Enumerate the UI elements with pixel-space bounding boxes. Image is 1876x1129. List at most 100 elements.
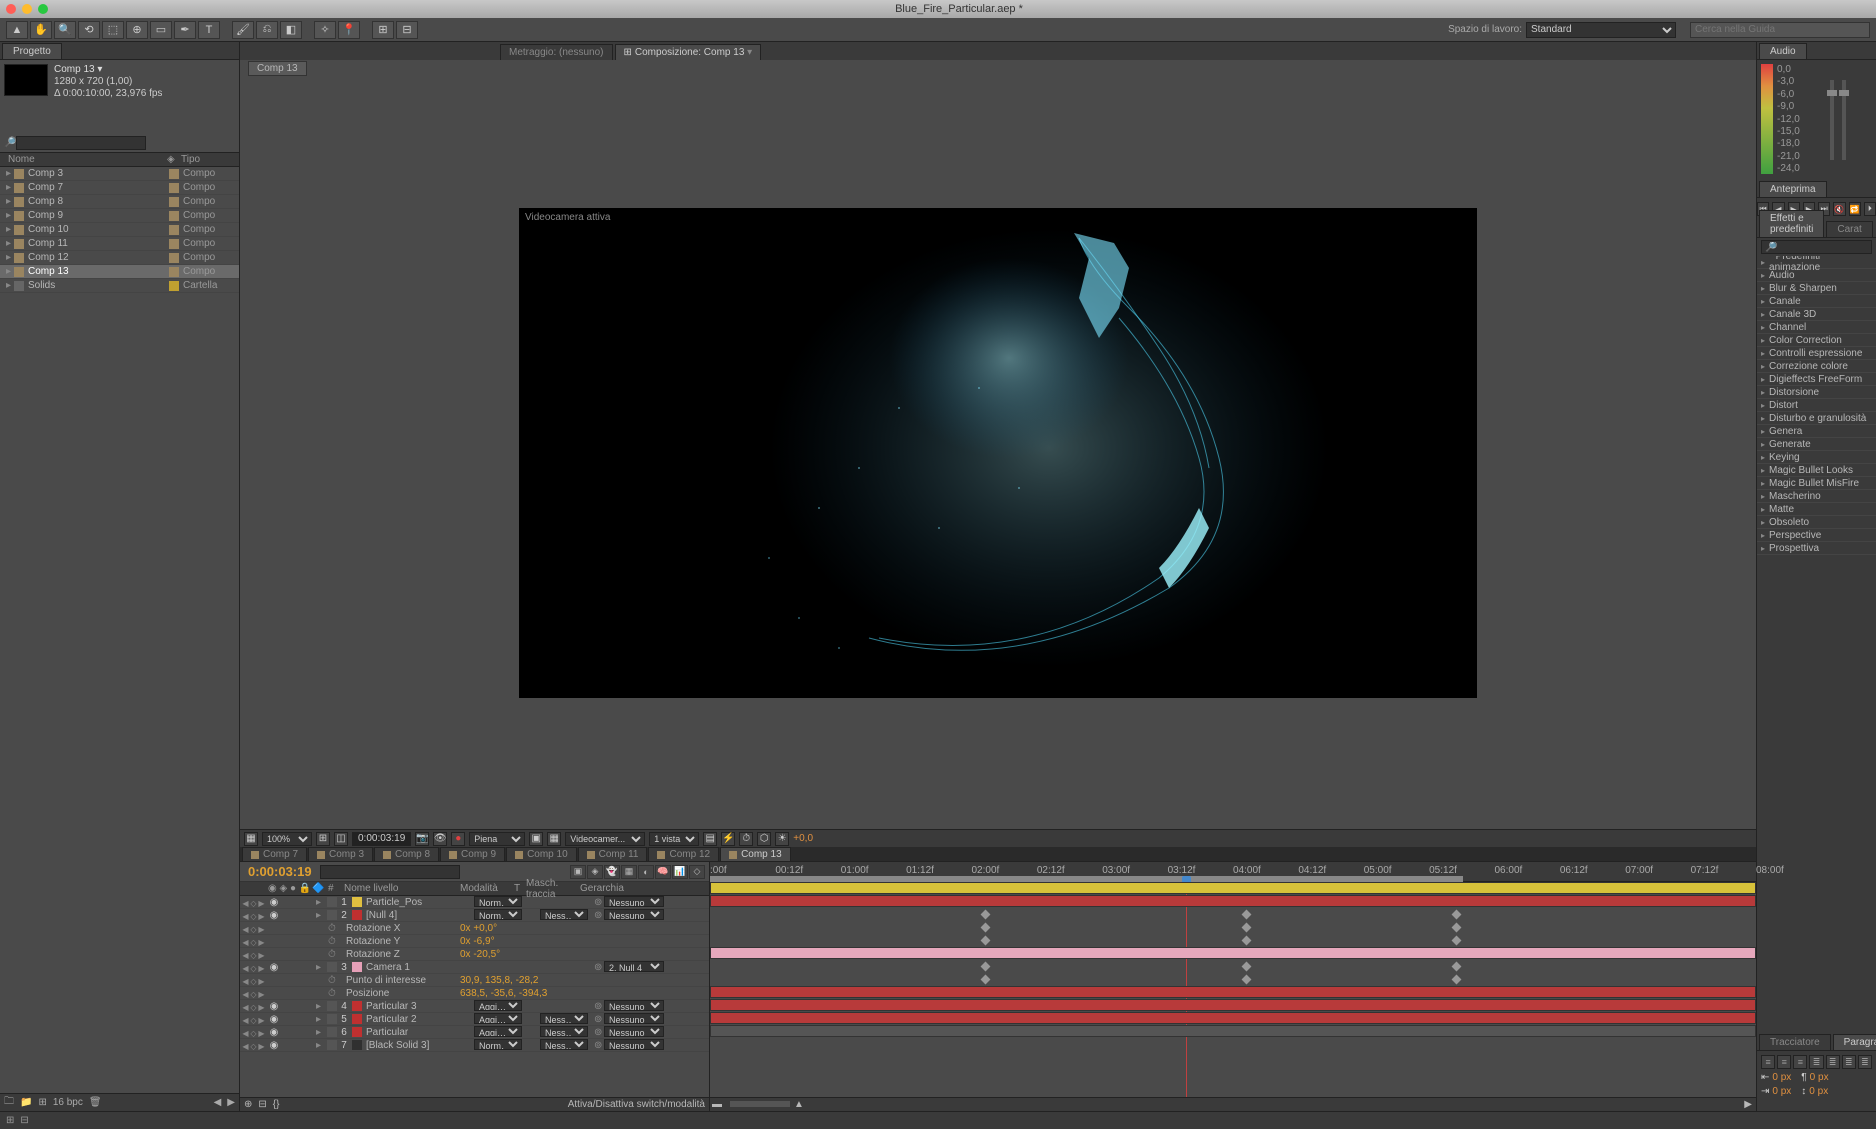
snap-toggle[interactable]: ⊞ xyxy=(372,21,394,39)
effect-category[interactable]: Obsoleto xyxy=(1757,516,1876,529)
project-panel-tab[interactable]: Progetto xyxy=(2,43,62,59)
timeline-tab[interactable]: Comp 10 xyxy=(506,847,577,861)
text-tool[interactable]: T xyxy=(198,21,220,39)
project-search[interactable] xyxy=(16,136,146,150)
roto-tool[interactable]: ✧ xyxy=(314,21,336,39)
selection-tool[interactable]: ▲ xyxy=(6,21,28,39)
property-row[interactable]: ◀◇▶⏱Rotazione X0x +0,0° xyxy=(240,922,709,935)
flowchart-button[interactable]: ⬡ xyxy=(757,832,771,846)
brain-icon[interactable]: 🧠 xyxy=(655,865,671,879)
rotate-tool[interactable]: ⟲ xyxy=(78,21,100,39)
effect-category[interactable]: Correzione colore xyxy=(1757,360,1876,373)
comp-subtab[interactable]: Comp 13 xyxy=(248,61,307,76)
exposure-reset[interactable]: ☀ xyxy=(775,832,789,846)
layer-bar[interactable] xyxy=(710,999,1756,1011)
effect-category[interactable]: Digieffects FreeForm xyxy=(1757,373,1876,386)
status-icon-2[interactable]: ⊟ xyxy=(20,1115,28,1126)
timeline-tab[interactable]: Comp 11 xyxy=(578,847,648,861)
effect-category[interactable]: Disturbo e granulosità xyxy=(1757,412,1876,425)
scroll-left[interactable]: ◀ xyxy=(214,1097,222,1108)
effect-category[interactable]: Color Correction xyxy=(1757,334,1876,347)
graph-editor[interactable]: 📊 xyxy=(672,865,688,879)
timeline-tab[interactable]: Comp 7 xyxy=(242,847,307,861)
effect-category[interactable]: Genera xyxy=(1757,425,1876,438)
time-ruler[interactable]: :00f00:12f01:00f01:12f02:00f02:12f03:00f… xyxy=(710,862,1756,882)
layer-row[interactable]: ◀◇▶ ◉ ▸ 4 Particular 3 Aggi… ⊚ Nessuno xyxy=(240,1000,709,1013)
effect-category[interactable]: * Predefiniti animazione xyxy=(1757,256,1876,269)
zoom-in-icon[interactable]: ▲ xyxy=(794,1099,804,1110)
comp-name[interactable]: Comp 13 ▾ xyxy=(54,64,162,76)
mask-toggle[interactable]: ◫ xyxy=(334,832,348,846)
clone-tool[interactable]: ⎌ xyxy=(256,21,278,39)
composition-tab[interactable]: ⊞Composizione: Comp 13 ▾ xyxy=(615,44,762,60)
puppet-tool[interactable]: 📍 xyxy=(338,21,360,39)
timeline-tracks[interactable] xyxy=(710,882,1756,1097)
timeline-button[interactable]: ⏱ xyxy=(739,832,753,846)
timeline-tab[interactable]: Comp 12 xyxy=(648,847,719,861)
bpc-label[interactable]: 16 bpc xyxy=(53,1097,83,1108)
exposure-value[interactable]: +0,0 xyxy=(793,833,813,844)
comp-mini[interactable]: ▣ xyxy=(570,865,586,879)
hand-tool[interactable]: ✋ xyxy=(30,21,52,39)
eraser-tool[interactable]: ◧ xyxy=(280,21,302,39)
transparency-button[interactable]: ▦ xyxy=(547,832,561,846)
timeline-tab[interactable]: Comp 8 xyxy=(374,847,439,861)
audio-panel-tab[interactable]: Audio xyxy=(1759,43,1807,59)
show-snapshot[interactable]: 👁 xyxy=(433,832,447,846)
timeline-search[interactable] xyxy=(320,865,460,879)
justify-right[interactable]: ≣ xyxy=(1842,1055,1856,1069)
frame-blend[interactable]: ▦ xyxy=(621,865,637,879)
layer-row[interactable]: ◀◇▶ ◉ ▸ 1 Particle_Pos Norm… ⊚ Nessuno xyxy=(240,896,709,909)
help-search[interactable] xyxy=(1690,22,1870,38)
camera-select[interactable]: Videocamer... xyxy=(565,832,645,846)
project-item[interactable]: ▸Comp 11Compo xyxy=(0,237,239,251)
pan-behind-tool[interactable]: ⊕ xyxy=(126,21,148,39)
hide-shy[interactable]: 👻 xyxy=(604,865,620,879)
ram-preview-button[interactable]: ⏵ xyxy=(1864,202,1876,216)
shape-tool[interactable]: ▭ xyxy=(150,21,172,39)
effect-category[interactable]: Magic Bullet MisFire xyxy=(1757,477,1876,490)
channel-button[interactable]: ● xyxy=(451,832,465,846)
camera-tool[interactable]: ⬚ xyxy=(102,21,124,39)
project-item[interactable]: ▸SolidsCartella xyxy=(0,279,239,293)
timeline-tab[interactable]: Comp 3 xyxy=(308,847,373,861)
minimize-window[interactable] xyxy=(22,4,32,14)
roi-button[interactable]: ▣ xyxy=(529,832,543,846)
effect-category[interactable]: Generate xyxy=(1757,438,1876,451)
project-item[interactable]: ▸Comp 7Compo xyxy=(0,181,239,195)
layer-row[interactable]: ◀◇▶ ◉ ▸ 5 Particular 2 Aggi… Ness… ⊚ Nes… xyxy=(240,1013,709,1026)
zoom-tool[interactable]: 🔍 xyxy=(54,21,76,39)
new-folder-icon[interactable]: 📁 xyxy=(20,1097,32,1108)
project-item[interactable]: ▸Comp 10Compo xyxy=(0,223,239,237)
align-right[interactable]: ≡ xyxy=(1793,1055,1807,1069)
layer-row[interactable]: ◀◇▶ ◉ ▸ 7 [Black Solid 3] Norm… Ness… ⊚ … xyxy=(240,1039,709,1052)
zoom-window[interactable] xyxy=(38,4,48,14)
close-window[interactable] xyxy=(6,4,16,14)
interpret-icon[interactable]: 🗀 xyxy=(4,1094,14,1111)
pen-tool[interactable]: ✒ xyxy=(174,21,196,39)
new-comp-icon[interactable]: ⊞ xyxy=(38,1097,46,1108)
timeline-time[interactable]: 0:00:03:19 xyxy=(244,864,316,879)
workspace-select[interactable]: Standard xyxy=(1526,22,1676,38)
volume-left[interactable] xyxy=(1830,80,1834,160)
project-item[interactable]: ▸Comp 12Compo xyxy=(0,251,239,265)
effect-category[interactable]: Canale xyxy=(1757,295,1876,308)
project-item[interactable]: ▸Comp 13Compo xyxy=(0,265,239,279)
layer-bar[interactable] xyxy=(710,882,1756,894)
timeline-tab[interactable]: Comp 13 xyxy=(720,847,791,861)
effect-category[interactable]: Matte xyxy=(1757,503,1876,516)
col-type[interactable]: Tipo xyxy=(181,154,231,165)
align-center[interactable]: ≡ xyxy=(1777,1055,1791,1069)
property-row[interactable]: ◀◇▶⏱Rotazione Z0x -20,5° xyxy=(240,948,709,961)
delete-icon[interactable]: 🗑 xyxy=(89,1097,102,1108)
timeline-tab[interactable]: Comp 9 xyxy=(440,847,505,861)
effect-category[interactable]: Keying xyxy=(1757,451,1876,464)
switch-modes-label[interactable]: Attiva/Disattiva switch/modalità xyxy=(568,1099,705,1110)
property-row[interactable]: ◀◇▶⏱Rotazione Y0x -6,9° xyxy=(240,935,709,948)
align-left[interactable]: ≡ xyxy=(1761,1055,1775,1069)
property-row[interactable]: ◀◇▶⏱Posizione638,5, -35,6, -394,3 xyxy=(240,987,709,1000)
indent-right[interactable]: 0 px xyxy=(1772,1086,1791,1097)
paragraph-panel-tab[interactable]: Paragrafo xyxy=(1833,1034,1876,1050)
layer-row[interactable]: ◀◇▶ ◉ ▸ 6 Particular Aggi… Ness… ⊚ Nessu… xyxy=(240,1026,709,1039)
status-icon-1[interactable]: ⊞ xyxy=(6,1115,14,1126)
